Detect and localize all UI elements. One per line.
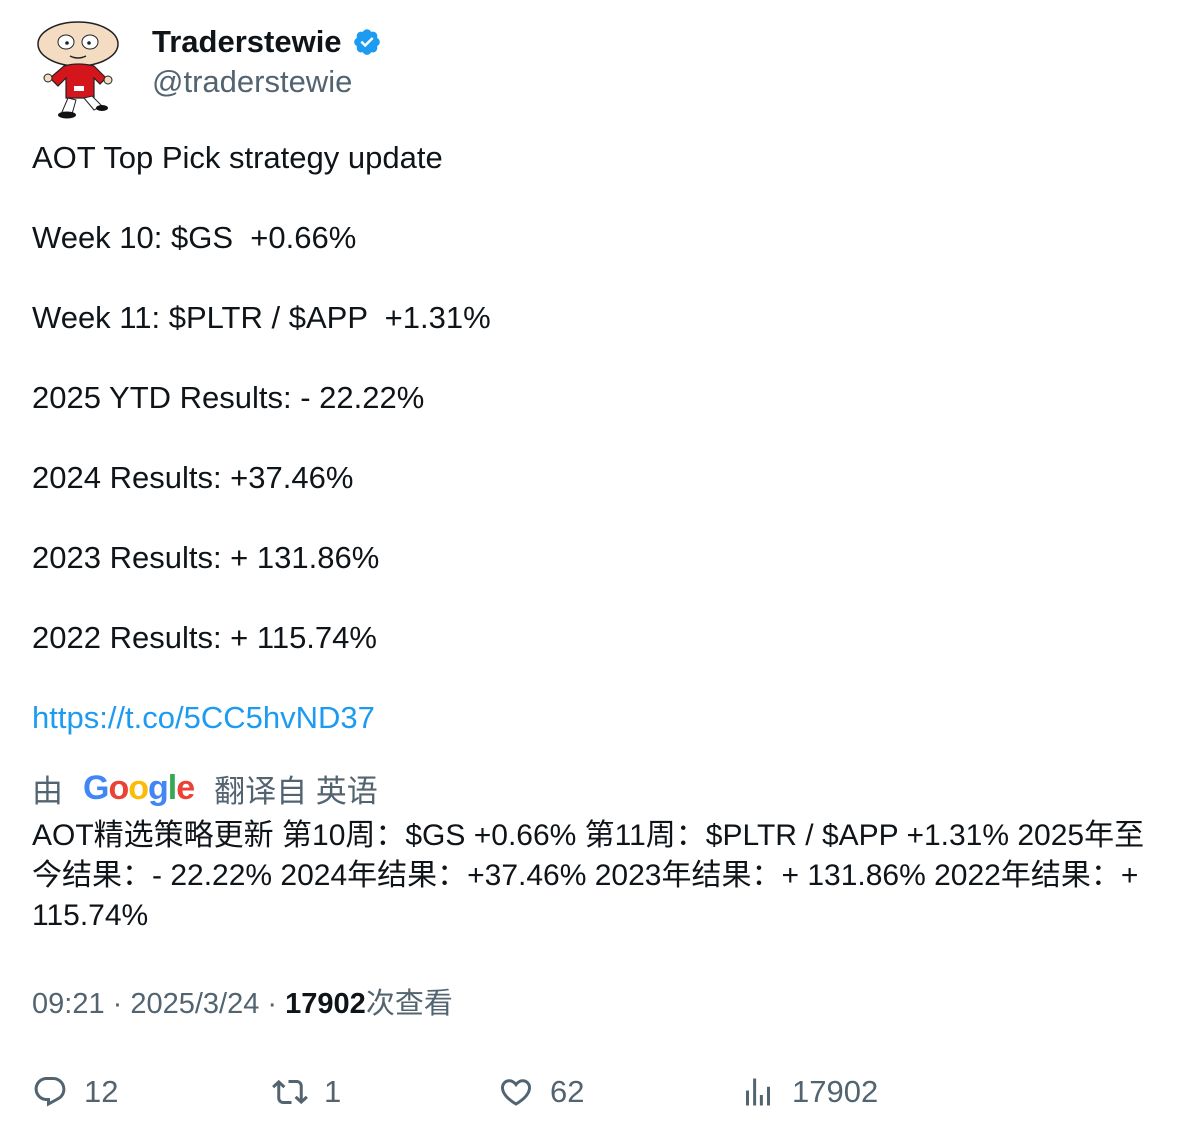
retweet-count: 1	[324, 1074, 342, 1109]
name-row: Traderstewie	[152, 24, 382, 60]
translated-from-label[interactable]: 翻译自 英语	[214, 766, 378, 811]
views-count: 17902	[285, 988, 366, 1020]
tweet-line: AOT Top Pick strategy update	[32, 140, 443, 175]
display-name[interactable]: Traderstewie	[152, 24, 342, 60]
retweet-icon	[272, 1079, 308, 1105]
tweet-line: 2022 Results: + 115.74%	[32, 620, 377, 655]
action-bar: 12 1 62 17902	[32, 1070, 1132, 1114]
reply-button[interactable]: 12	[32, 1070, 118, 1114]
views-action-count: 17902	[792, 1074, 879, 1109]
tweet-time[interactable]: 09:21	[32, 988, 105, 1020]
like-button[interactable]: 62	[498, 1070, 584, 1114]
translated-by-prefix: 由	[32, 773, 63, 809]
like-count: 62	[550, 1074, 585, 1109]
heart-icon	[500, 1079, 532, 1106]
google-logo[interactable]: Google	[83, 769, 195, 808]
reply-count: 12	[84, 1074, 119, 1109]
views-label: 次查看	[365, 988, 453, 1020]
reply-icon	[34, 1077, 66, 1107]
translation-attribution: 由 Google 翻译自 英语	[32, 766, 378, 810]
tweet-date[interactable]: 2025/3/24	[130, 988, 259, 1020]
user-handle[interactable]: @traderstewie	[152, 64, 352, 100]
avatar[interactable]	[32, 20, 128, 120]
analytics-icon	[746, 1078, 770, 1106]
tweet-link[interactable]: https://t.co/5CC5hvND37	[32, 698, 1162, 738]
tweet-line: Week 10: $GS +0.66%	[32, 220, 357, 255]
retweet-button[interactable]: 1	[272, 1070, 341, 1114]
translated-text: AOT精选策略更新 第10周：$GS +0.66% 第11周：$PLTR / $…	[32, 819, 1145, 932]
verified-badge-icon	[353, 29, 380, 55]
tweet-line: Week 11: $PLTR / $APP +1.31%	[32, 300, 491, 335]
tweet-line: 2023 Results: + 131.86%	[32, 540, 380, 575]
tweet-header: Traderstewie @traderstewie	[32, 20, 1162, 120]
tweet-line: 2024 Results: +37.46%	[32, 460, 354, 495]
tweet-line: 2025 YTD Results: - 22.22%	[32, 380, 425, 415]
tweet-meta: 09:21 · 2025/3/24 · 17902次查看	[32, 988, 453, 1020]
views-button[interactable]: 17902	[740, 1070, 878, 1114]
tweet-text: AOT Top Pick strategy update Week 10: $G…	[32, 138, 1162, 738]
